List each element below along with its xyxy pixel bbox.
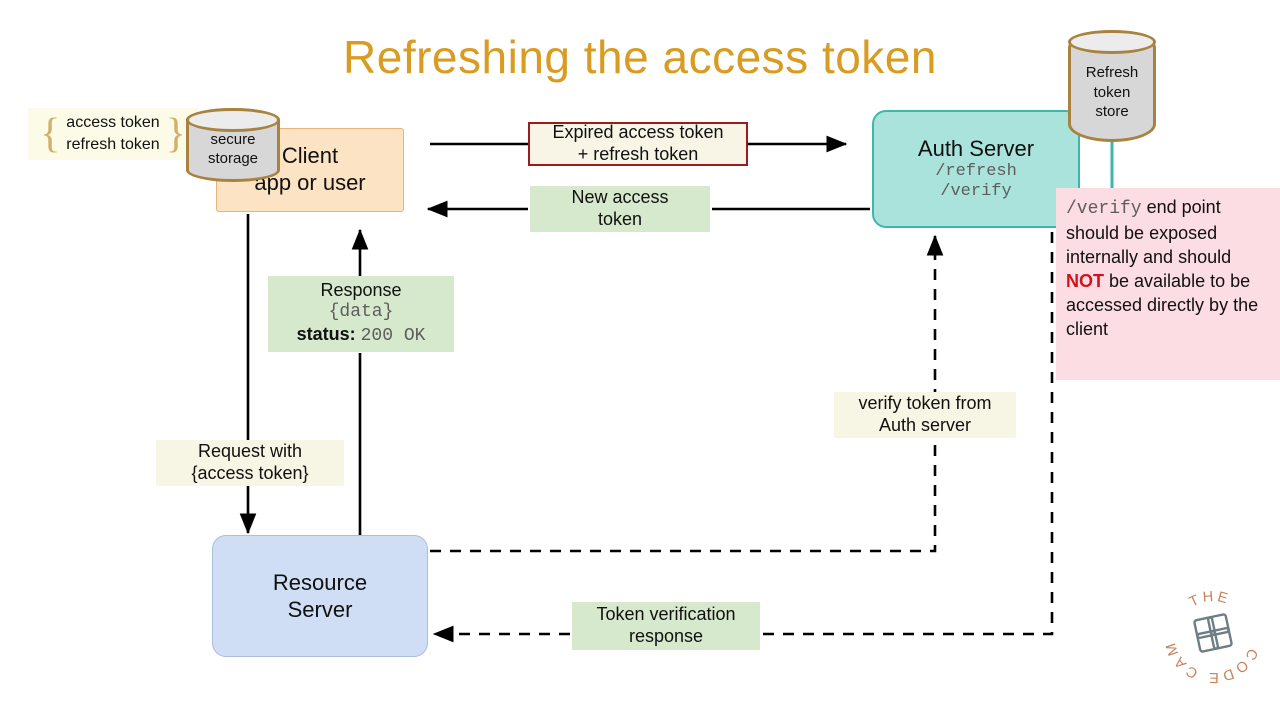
brace-open-icon: { <box>40 111 61 157</box>
token-list-annotation: { access token refresh token } <box>28 108 198 160</box>
response-status-key: status: <box>296 323 356 344</box>
request-line2: {access token} <box>191 463 309 483</box>
refresh-store-line1: Refresh <box>1085 63 1139 81</box>
refresh-token-label: refresh token <box>66 136 160 153</box>
resource-server-line1: Resource <box>272 569 368 595</box>
token-verification-line2: response <box>628 626 704 646</box>
auth-endpoint-refresh: /refresh <box>935 161 1017 181</box>
verify-token-line1: verify token from <box>858 393 992 414</box>
response-title: Response <box>320 280 402 301</box>
auth-endpoint-verify: /verify <box>940 181 1012 201</box>
token-list-lines: access token refresh token <box>62 112 163 156</box>
the-code-camp-logo: THE CODE CAMP <box>1158 578 1257 685</box>
new-access-token-line2: token <box>597 209 643 229</box>
refresh-store-line3: store <box>1095 103 1129 121</box>
new-access-token-line1: New access <box>571 187 669 208</box>
diagram-canvas: Refreshing the access token { access tok… <box>0 0 1280 720</box>
refresh-token-store-label: Refresh token store <box>1086 50 1139 122</box>
response-status: status: 200 OK <box>297 324 426 348</box>
token-verification-line1: Token verification <box>596 604 736 625</box>
brace-close-icon: } <box>165 111 186 157</box>
verify-endpoint-note: /verify end point should be exposed inte… <box>1056 188 1280 380</box>
client-title: Client <box>281 143 339 169</box>
note-endpoint-path: /verify <box>1066 199 1142 219</box>
secure-storage-label: secure storage <box>208 122 258 169</box>
label-expired-access-token: Expired access token + refresh token <box>528 122 748 166</box>
auth-server-title: Auth Server <box>917 135 1035 161</box>
secure-storage-line1: secure <box>210 130 256 148</box>
label-response: Response {data} status: 200 OK <box>268 276 454 352</box>
auth-server-node[interactable]: Auth Server /refresh /verify <box>872 110 1080 228</box>
refresh-store-line2: token <box>1093 83 1131 101</box>
expired-token-line1: Expired access token <box>552 122 724 143</box>
label-new-access-token: New access token <box>530 186 710 232</box>
response-data: {data} <box>328 302 394 323</box>
label-request-with-access-token: Request with {access token} <box>156 440 344 486</box>
label-verify-token-from-auth-server: verify token from Auth server <box>834 392 1016 438</box>
request-line1: Request with <box>197 441 303 462</box>
response-status-value: 200 OK <box>360 325 426 346</box>
secure-storage-line2: storage <box>207 149 259 167</box>
refresh-token-store-cylinder-icon: Refresh token store <box>1068 30 1156 142</box>
expired-token-line2: + refresh token <box>577 144 699 164</box>
secure-storage-cylinder-icon: secure storage <box>186 108 280 182</box>
logo-mark-icon <box>1193 613 1233 653</box>
label-token-verification-response: Token verification response <box>572 602 760 650</box>
verify-token-line2: Auth server <box>878 415 972 435</box>
resource-server-line2: Server <box>287 597 353 622</box>
access-token-label: access token <box>66 113 160 131</box>
resource-server-node[interactable]: Resource Server <box>212 535 428 657</box>
note-emphasis-not: NOT <box>1066 270 1104 291</box>
logo-word-the: THE <box>1187 589 1232 611</box>
